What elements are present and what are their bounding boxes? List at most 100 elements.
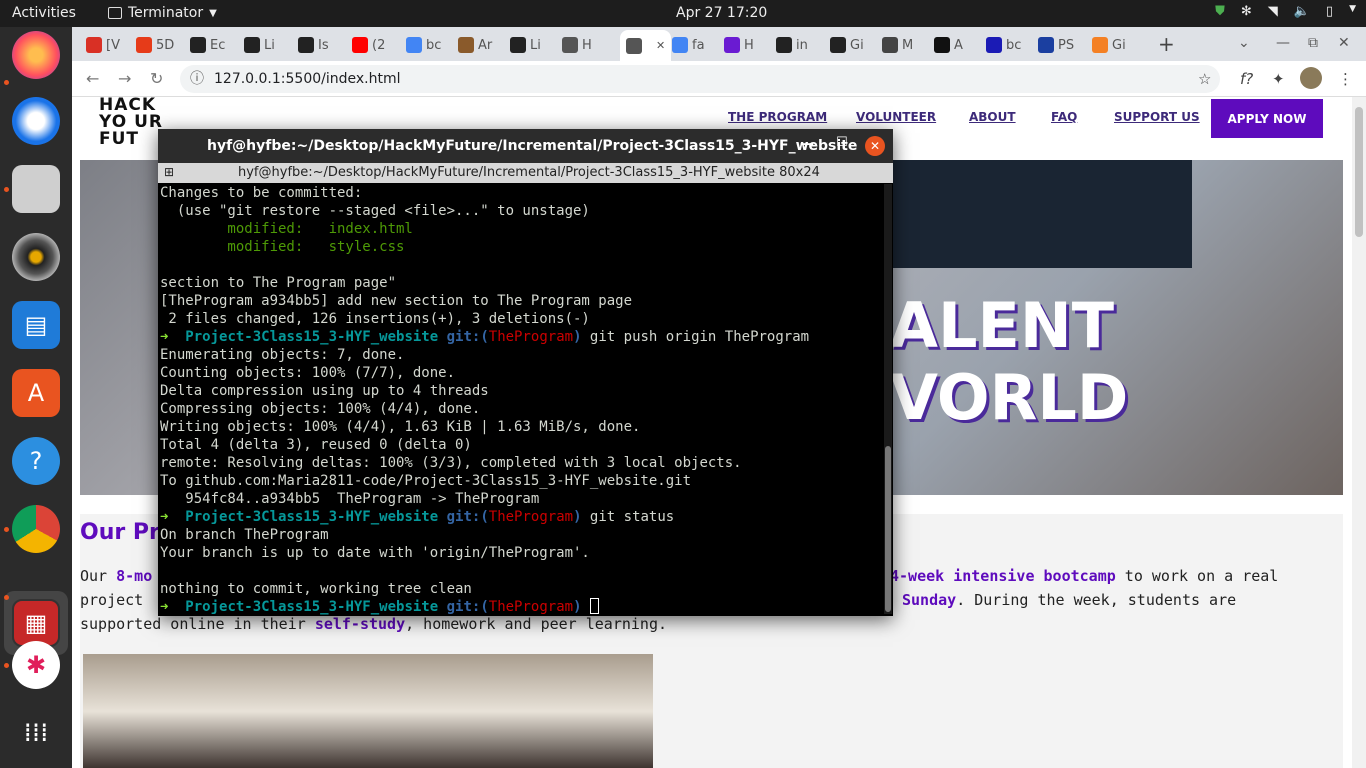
browser-tab[interactable]: H	[724, 33, 754, 57]
globe-icon	[626, 37, 642, 54]
browser-tab[interactable]: Gi	[1092, 33, 1126, 57]
help-icon[interactable]: ?	[12, 437, 60, 485]
app-menu[interactable]: Terminator ▼	[108, 5, 217, 21]
browser-tab[interactable]: M	[882, 33, 913, 57]
extensions-icon[interactable]: ✦	[1272, 70, 1285, 88]
wifi-icon[interactable]: ◥	[1268, 4, 1278, 19]
browser-tab[interactable]: (2	[352, 33, 385, 57]
firefox-icon[interactable]	[12, 31, 60, 79]
terminal-prompt: ➜ Project-3Class15_3-HYF_website git:(Th…	[160, 508, 882, 526]
tab-search-icon[interactable]: ⌄	[1238, 35, 1250, 51]
tab-label: M	[902, 37, 914, 53]
hero-line: ALENT	[890, 289, 1115, 362]
browser-tab[interactable]: fa	[672, 33, 705, 57]
slack-icon[interactable]: ✱	[12, 641, 60, 689]
video-icon	[724, 37, 740, 53]
thunderbird-icon[interactable]	[12, 97, 60, 145]
para-text: to work on a real	[1115, 567, 1279, 585]
browser-tab[interactable]: ✕	[620, 30, 672, 61]
terminal-window[interactable]: hyf@hyfbe:~/Desktop/HackMyFuture/Increme…	[158, 129, 893, 616]
scrollbar-thumb[interactable]	[1355, 107, 1363, 237]
browser-tab[interactable]: PS	[1038, 33, 1074, 57]
clock[interactable]: Apr 27 17:20	[676, 5, 767, 21]
github-icon	[298, 37, 314, 53]
terminal-line: modified: index.html	[160, 221, 413, 237]
nav-link-volunteer[interactable]: VOLUNTEER	[856, 110, 936, 124]
split-menu-icon[interactable]: ⊞	[164, 165, 174, 179]
stack-icon	[1092, 37, 1108, 53]
writer-icon[interactable]: ▤	[12, 301, 60, 349]
system-tray[interactable]: ⛊ ✻ ◥ 🔈 ▯ ▼	[1215, 4, 1356, 19]
apps-grid-icon[interactable]: ⁞⁞⁞	[12, 709, 60, 757]
close-button[interactable]: ✕	[1338, 35, 1350, 51]
browser-tab[interactable]: Li	[510, 33, 541, 57]
forward-icon[interactable]: →	[118, 69, 131, 88]
volume-icon[interactable]: 🔈	[1294, 4, 1310, 19]
students-photo	[83, 654, 653, 768]
browser-tab[interactable]: Is	[298, 33, 329, 57]
browser-tab[interactable]: bc	[986, 33, 1021, 57]
close-tab-icon[interactable]: ✕	[656, 39, 665, 52]
close-button[interactable]: ✕	[865, 136, 885, 156]
nav-link-about[interactable]: ABOUT	[969, 110, 1016, 124]
new-tab-icon[interactable]: +	[1158, 32, 1175, 56]
terminal-scrollbar[interactable]	[884, 184, 892, 614]
browser-tab[interactable]: in	[776, 33, 808, 57]
back-icon[interactable]: ←	[86, 69, 99, 88]
minimize-button[interactable]: —	[1276, 35, 1290, 51]
browser-tab[interactable]: Ar	[458, 33, 492, 57]
terminal-line: Total 4 (delta 3), reused 0 (delta 0)	[160, 437, 472, 453]
chrome-icon[interactable]	[12, 505, 60, 553]
browser-tab[interactable]: H	[562, 33, 592, 57]
browser-tab[interactable]: A	[934, 33, 963, 57]
browser-menu-icon[interactable]: ⋮	[1338, 70, 1353, 88]
reload-icon[interactable]: ↻	[150, 69, 163, 88]
doc-icon	[882, 37, 898, 53]
browser-tab[interactable]: bc	[406, 33, 441, 57]
software-icon[interactable]: A	[12, 369, 60, 417]
slack-tray-icon[interactable]: ✻	[1241, 4, 1252, 19]
nav-link-faq[interactable]: FAQ	[1051, 110, 1077, 124]
top-bar: Activities Terminator ▼ Apr 27 17:20 ⛊ ✻…	[0, 0, 1366, 27]
github-icon	[776, 37, 792, 53]
tab-label: Is	[318, 37, 329, 53]
nav-link-support-us[interactable]: SUPPORT US	[1114, 110, 1200, 124]
power-menu-icon[interactable]: ▼	[1349, 4, 1356, 19]
browser-tab[interactable]: Gi	[830, 33, 864, 57]
browser-tab[interactable]: 5D	[136, 33, 174, 57]
opera-icon	[136, 37, 152, 53]
para-highlight: self-study	[314, 615, 406, 633]
browser-tab[interactable]: Ec	[190, 33, 225, 57]
terminal-line: On branch TheProgram	[160, 527, 329, 543]
files-icon[interactable]	[12, 165, 60, 213]
terminator-icon[interactable]: ▦	[12, 599, 60, 647]
minimize-button[interactable]: —	[800, 136, 814, 152]
terminal-titlebar[interactable]: hyf@hyfbe:~/Desktop/HackMyFuture/Increme…	[158, 129, 893, 163]
maximize-button[interactable]: ☐	[836, 135, 848, 150]
browser-toolbar: ← → ↻ ⓘ 127.0.0.1:5500/index.html ☆ f? ✦…	[72, 61, 1366, 97]
page-scrollbar[interactable]	[1352, 97, 1366, 768]
activities-button[interactable]: Activities	[12, 5, 76, 21]
formula-extension-icon[interactable]: f?	[1240, 70, 1253, 88]
browser-tab[interactable]: Li	[244, 33, 275, 57]
avatar[interactable]	[1300, 67, 1322, 89]
address-bar[interactable]: ⓘ 127.0.0.1:5500/index.html	[180, 65, 1220, 93]
rhythmbox-icon[interactable]	[12, 233, 60, 281]
github-icon	[830, 37, 846, 53]
shield-icon[interactable]: ⛊	[1215, 4, 1225, 19]
terminal-line: Your branch is up to date with 'origin/T…	[160, 545, 590, 561]
terminal-output[interactable]: Changes to be committed: (use "git resto…	[160, 184, 882, 616]
site-logo[interactable]: HACK YO UR FUT	[99, 97, 163, 148]
apply-now-button[interactable]: APPLY NOW	[1211, 99, 1323, 138]
browser-tab[interactable]: [V	[86, 33, 120, 57]
tab-label: bc	[1006, 37, 1022, 53]
bookmark-star-icon[interactable]: ☆	[1198, 70, 1211, 88]
scrollbar-thumb[interactable]	[885, 446, 891, 612]
tab-label: H	[582, 37, 592, 53]
site-info-icon[interactable]: ⓘ	[190, 65, 204, 93]
battery-icon[interactable]: ▯	[1326, 4, 1333, 19]
bol-icon	[986, 37, 1002, 53]
maximize-button[interactable]: ⧉	[1308, 35, 1318, 51]
nav-link-the-program[interactable]: THE PROGRAM	[728, 110, 827, 124]
